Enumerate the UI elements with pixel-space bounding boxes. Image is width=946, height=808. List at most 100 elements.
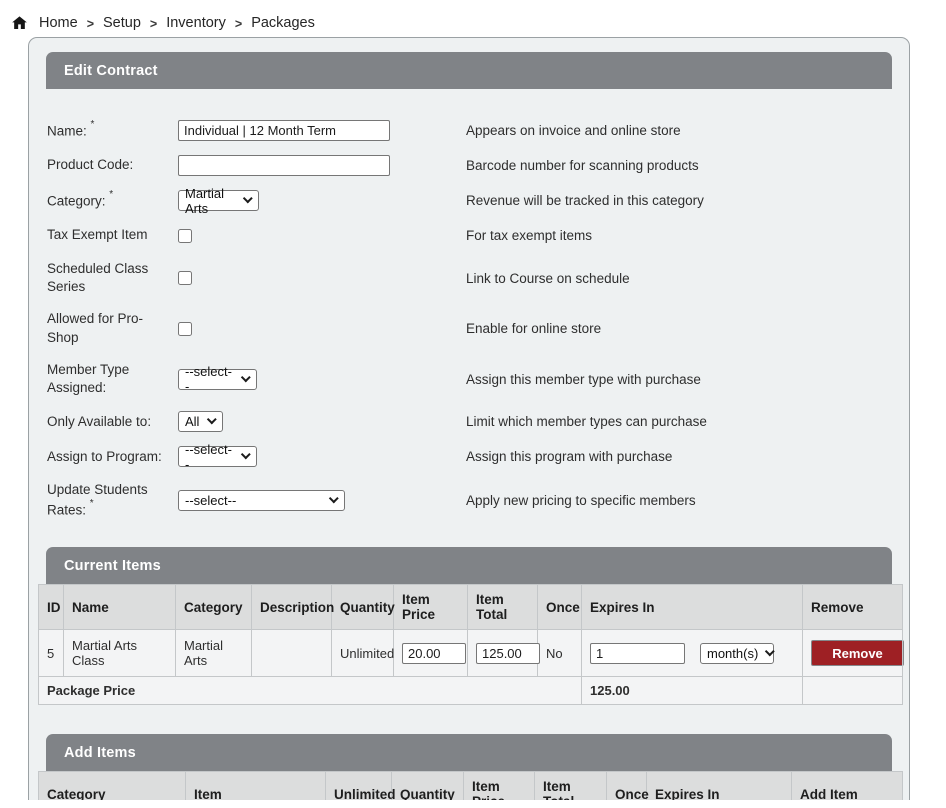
col-description: Description <box>252 585 332 630</box>
product-code-help: Barcode number for scanning products <box>466 158 699 173</box>
add-items-title: Add Items <box>64 745 136 761</box>
breadcrumb-setup[interactable]: Setup <box>103 15 141 31</box>
member-type-label: Member Type Assigned: <box>47 362 129 395</box>
chevron-down-icon <box>241 450 251 460</box>
col-item-price: Item Price <box>394 585 468 630</box>
product-code-input[interactable] <box>178 155 390 176</box>
breadcrumb-packages: Packages <box>251 15 315 31</box>
assign-program-select[interactable]: --select-- <box>178 446 257 467</box>
name-input[interactable] <box>178 120 390 141</box>
add-items-header-row: Category Item Unlimited Quantity Item Pr… <box>39 772 903 800</box>
col-item-total: Item Total <box>468 585 538 630</box>
required-marker: * <box>91 119 95 130</box>
form-row-pro-shop: Allowed for Pro-Shop Enable for online s… <box>47 310 900 346</box>
main-container: Edit Contract Name: * Appears on invoice… <box>28 37 910 800</box>
required-marker: * <box>90 498 94 509</box>
pro-shop-help: Enable for online store <box>466 321 601 336</box>
col-item: Item <box>186 772 326 800</box>
breadcrumb-separator: > <box>235 16 242 31</box>
col-name: Name <box>64 585 176 630</box>
col-quantity: Quantity <box>392 772 464 800</box>
current-items-header-row: ID Name Category Description Quantity It… <box>39 585 903 630</box>
form-row-only-available: Only Available to: All Limit which membe… <box>47 411 900 432</box>
only-available-label: Only Available to: <box>47 414 151 429</box>
update-rates-select[interactable]: --select-- <box>178 490 345 511</box>
pro-shop-checkbox[interactable] <box>178 322 192 336</box>
item-id: 5 <box>39 630 64 677</box>
item-quantity: Unlimited <box>332 630 394 677</box>
package-price-label: Package Price <box>39 677 582 705</box>
item-category: Martial Arts <box>176 630 252 677</box>
package-price-row: Package Price 125.00 <box>39 677 903 705</box>
scheduled-class-checkbox[interactable] <box>178 271 192 285</box>
form-row-member-type: Member Type Assigned: --select-- Assign … <box>47 361 900 397</box>
edit-contract-form: Name: * Appears on invoice and online st… <box>38 89 900 547</box>
remove-button[interactable]: Remove <box>811 640 904 666</box>
name-help: Appears on invoice and online store <box>466 123 681 138</box>
edit-contract-header: Edit Contract <box>46 52 892 89</box>
assign-program-label: Assign to Program: <box>47 449 162 464</box>
breadcrumb-home[interactable]: Home <box>39 15 78 31</box>
chevron-down-icon <box>243 193 253 203</box>
product-code-label: Product Code: <box>47 157 133 172</box>
form-row-product-code: Product Code: Barcode number for scannin… <box>47 155 900 176</box>
package-price-total: 125.00 <box>582 677 803 705</box>
form-row-category: Category: * Martial Arts Revenue will be… <box>47 190 900 211</box>
form-row-assign-program: Assign to Program: --select-- Assign thi… <box>47 446 900 467</box>
col-remove: Remove <box>803 585 903 630</box>
expires-value-input[interactable] <box>590 643 685 664</box>
item-price-input[interactable] <box>402 643 466 664</box>
col-id: ID <box>39 585 64 630</box>
assign-program-help: Assign this program with purchase <box>466 449 672 464</box>
form-row-name: Name: * Appears on invoice and online st… <box>47 120 900 141</box>
category-help: Revenue will be tracked in this category <box>466 193 704 208</box>
breadcrumb-separator: > <box>150 16 157 31</box>
col-unlimited: Unlimited <box>326 772 392 800</box>
chevron-down-icon <box>207 415 217 425</box>
category-select[interactable]: Martial Arts <box>178 190 259 211</box>
only-available-select[interactable]: All <box>178 411 223 432</box>
name-label: Name: <box>47 123 87 138</box>
tax-exempt-checkbox[interactable] <box>178 229 192 243</box>
col-expires-in: Expires In <box>647 772 792 800</box>
home-icon[interactable] <box>11 15 28 31</box>
update-rates-label: Update Students Rates: <box>47 482 148 517</box>
form-row-tax-exempt: Tax Exempt Item For tax exempt items <box>47 225 900 246</box>
breadcrumb: Home > Setup > Inventory > Packages <box>0 0 946 34</box>
col-once: Once <box>538 585 582 630</box>
chevron-down-icon <box>241 372 251 382</box>
member-type-help: Assign this member type with purchase <box>466 372 701 387</box>
pro-shop-label: Allowed for Pro-Shop <box>47 311 143 344</box>
item-total-input[interactable] <box>476 643 540 664</box>
chevron-down-icon <box>765 646 775 656</box>
col-category: Category <box>176 585 252 630</box>
col-category: Category <box>39 772 186 800</box>
expires-unit-select[interactable]: month(s) <box>700 643 774 664</box>
breadcrumb-inventory[interactable]: Inventory <box>166 15 226 31</box>
add-items-table: Category Item Unlimited Quantity Item Pr… <box>38 771 903 800</box>
col-once: Once <box>607 772 647 800</box>
current-item-row: 5 Martial Arts Class Martial Arts Unlimi… <box>39 630 903 677</box>
category-label: Category: <box>47 193 106 208</box>
form-row-scheduled-class: Scheduled Class Series Link to Course on… <box>47 260 900 296</box>
add-items-header: Add Items <box>46 734 892 771</box>
tax-exempt-label: Tax Exempt Item <box>47 227 148 242</box>
required-marker: * <box>109 189 113 200</box>
edit-contract-title: Edit Contract <box>64 63 158 79</box>
current-items-title: Current Items <box>64 558 161 574</box>
current-items-table: ID Name Category Description Quantity It… <box>38 584 903 705</box>
col-expires-in: Expires In <box>582 585 803 630</box>
scheduled-class-label: Scheduled Class Series <box>47 261 148 294</box>
item-name: Martial Arts Class <box>64 630 176 677</box>
form-row-update-rates: Update Students Rates: * --select-- Appl… <box>47 481 900 519</box>
col-add-item: Add Item <box>792 772 903 800</box>
only-available-help: Limit which member types can purchase <box>466 414 707 429</box>
update-rates-help: Apply new pricing to specific members <box>466 493 696 508</box>
breadcrumb-separator: > <box>87 16 94 31</box>
col-quantity: Quantity <box>332 585 394 630</box>
col-item-total: Item Total <box>535 772 607 800</box>
member-type-select[interactable]: --select-- <box>178 369 257 390</box>
scheduled-class-help: Link to Course on schedule <box>466 271 630 286</box>
tax-exempt-help: For tax exempt items <box>466 228 592 243</box>
item-once: No <box>538 630 582 677</box>
